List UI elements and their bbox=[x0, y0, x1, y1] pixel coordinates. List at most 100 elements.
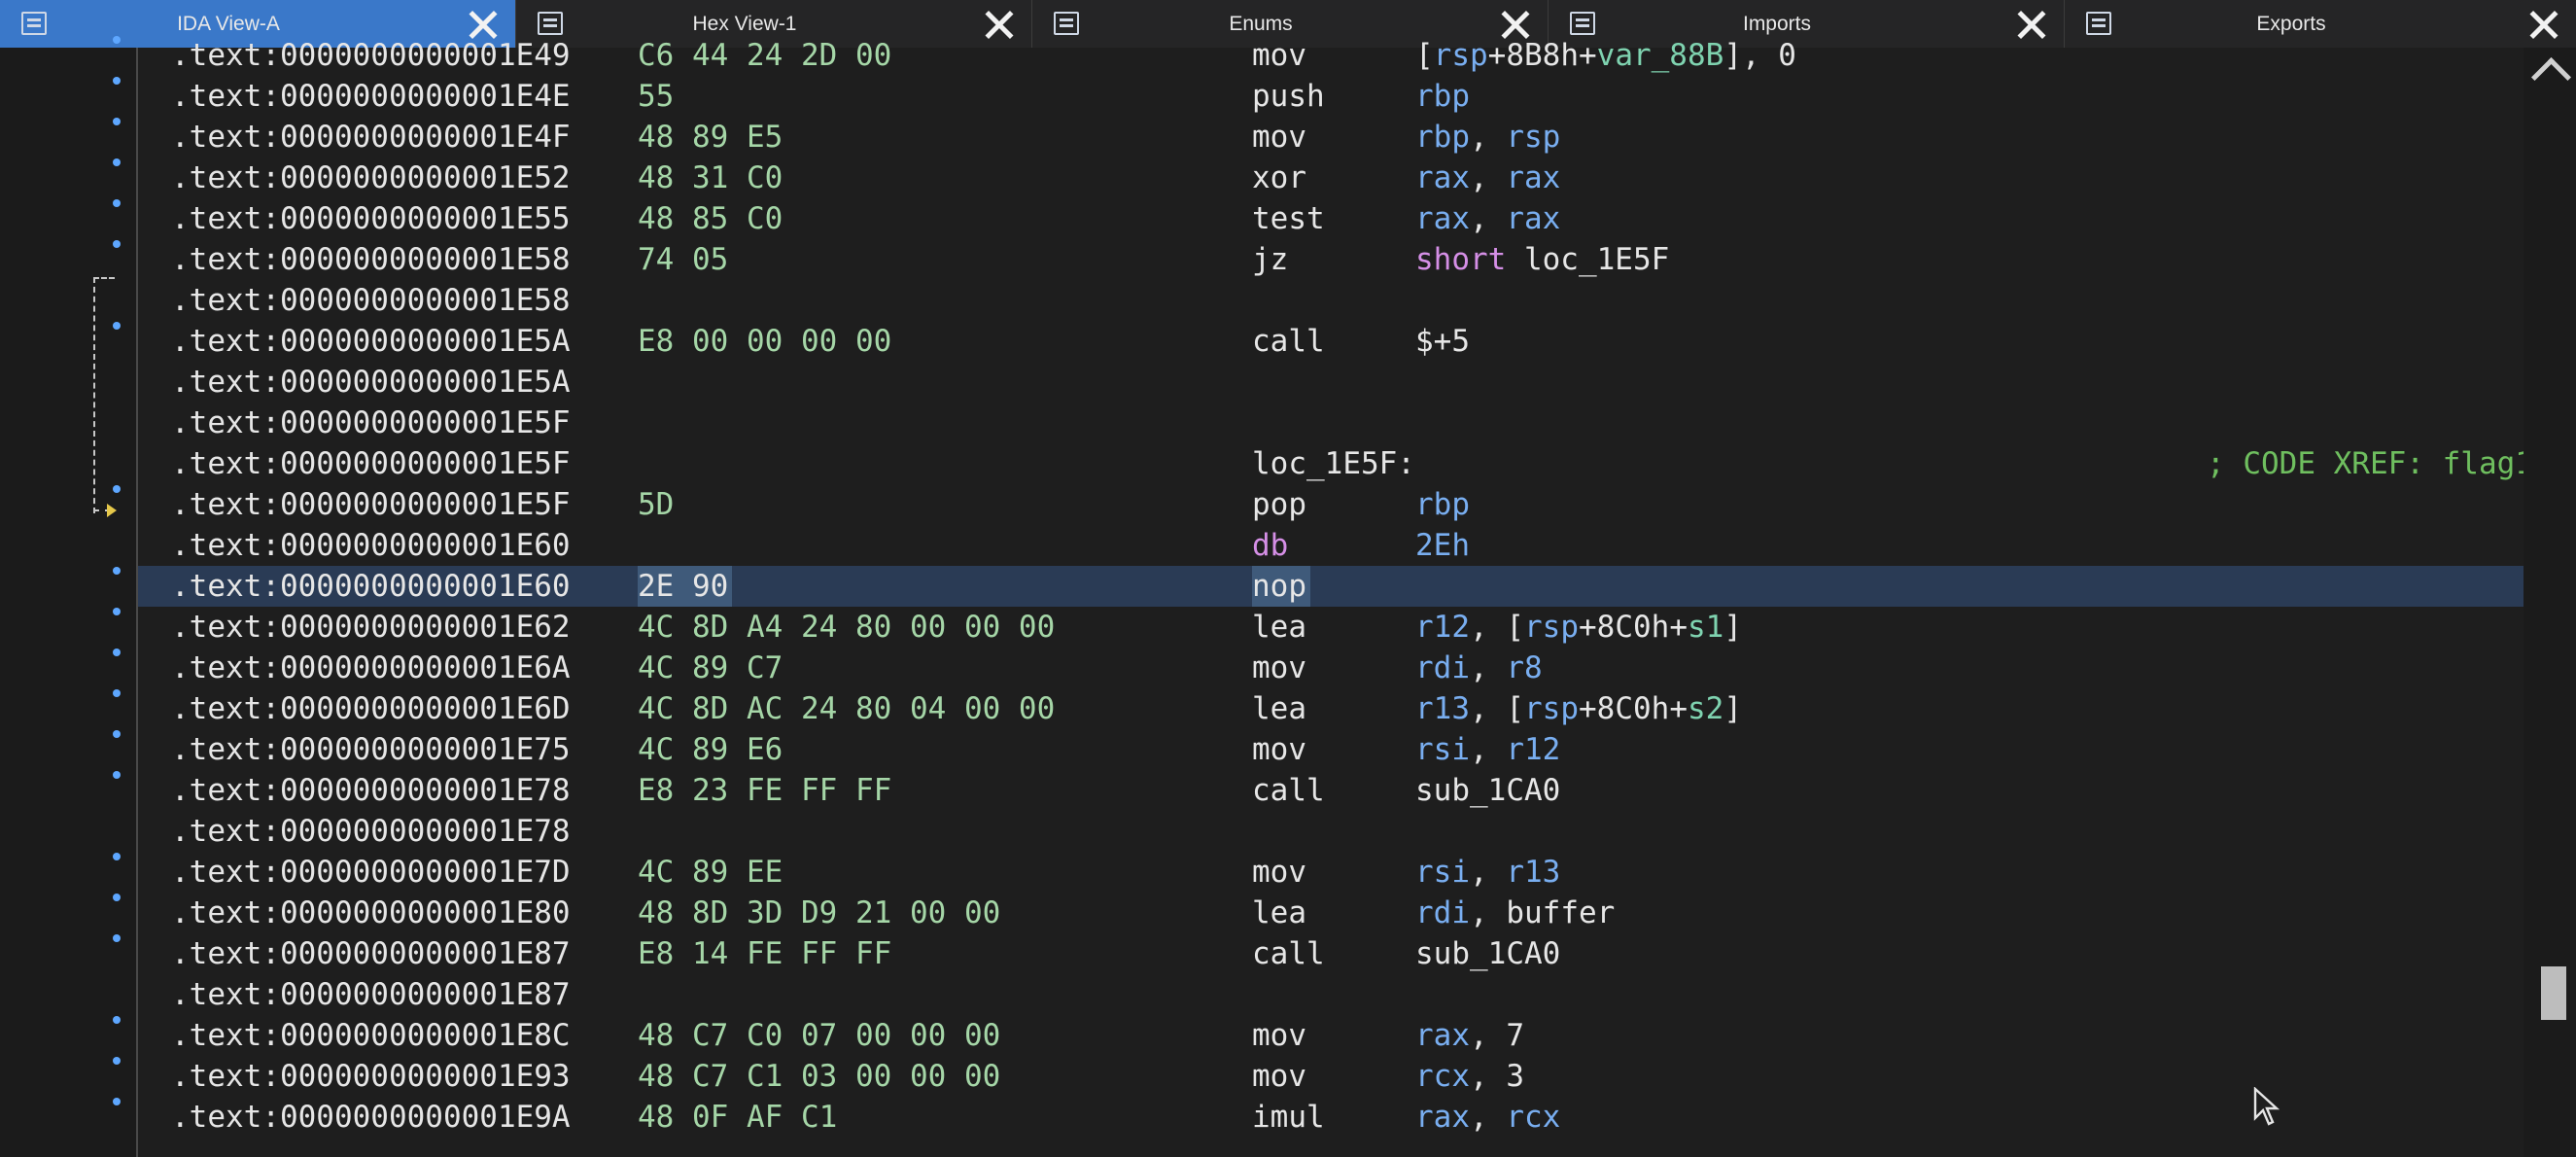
operand-token[interactable]: rsi bbox=[1415, 732, 1470, 767]
operand-token[interactable]: rsi bbox=[1415, 855, 1470, 890]
opcode-bytes[interactable]: 4C 89 EE bbox=[638, 852, 783, 893]
vertical-scrollbar[interactable] bbox=[2524, 48, 2576, 1157]
mnemonic[interactable]: nop bbox=[1252, 566, 1310, 607]
operands[interactable]: rdi, buffer bbox=[1415, 893, 1615, 933]
opcode-bytes[interactable]: 4C 89 C7 bbox=[638, 648, 783, 688]
operands[interactable]: 2Eh bbox=[1415, 525, 1470, 566]
listing-line[interactable]: .text:0000000000001E62 4C 8D A4 24 80 00 … bbox=[138, 607, 2524, 648]
address[interactable]: .text:0000000000001E6A bbox=[171, 648, 571, 688]
operand-token[interactable]: rax bbox=[1415, 160, 1470, 195]
operand-token[interactable]: rcx bbox=[1506, 1100, 1560, 1135]
opcode-bytes[interactable]: 48 89 E5 bbox=[638, 117, 783, 158]
mnemonic[interactable]: mov bbox=[1252, 35, 1306, 76]
listing-line[interactable]: .text:0000000000001E5F loc_1E5F: ; CODE XR… bbox=[138, 443, 2576, 484]
mnemonic[interactable]: call bbox=[1252, 933, 1325, 974]
opcode-bytes[interactable]: 2E 90 bbox=[638, 566, 733, 607]
operand-token[interactable]: ], 0 bbox=[1723, 38, 1796, 73]
operand-token[interactable]: rcx bbox=[1415, 1059, 1470, 1094]
operand-token[interactable]: r8 bbox=[1506, 650, 1542, 685]
operand-token[interactable]: rax bbox=[1506, 201, 1560, 236]
listing-line[interactable]: .text:0000000000001E87 bbox=[138, 974, 2524, 1015]
operand-token[interactable]: rax bbox=[1506, 160, 1560, 195]
operand-token[interactable]: s1 bbox=[1688, 610, 1723, 645]
address[interactable]: .text:0000000000001E6D bbox=[171, 688, 571, 729]
listing-line[interactable]: .text:0000000000001E87 E8 14 FE FF FF call… bbox=[138, 933, 2524, 974]
opcode-bytes[interactable]: 48 C7 C0 07 00 00 00 bbox=[638, 1015, 1000, 1056]
mnemonic[interactable]: jz bbox=[1252, 239, 1288, 280]
mnemonic[interactable]: mov bbox=[1252, 852, 1306, 893]
listing-line[interactable]: .text:0000000000001E78 bbox=[138, 811, 2524, 852]
mnemonic[interactable]: xor bbox=[1252, 158, 1306, 198]
address[interactable]: .text:0000000000001E9A bbox=[171, 1097, 571, 1138]
close-icon[interactable] bbox=[2529, 10, 2559, 39]
operand-token[interactable]: s2 bbox=[1688, 691, 1723, 726]
listing-line[interactable]: .text:0000000000001E6D 4C 8D AC 24 80 04 … bbox=[138, 688, 2524, 729]
listing-line[interactable]: .text:0000000000001E60 db 2Eh bbox=[138, 525, 2524, 566]
opcode-bytes[interactable]: 48 85 C0 bbox=[638, 198, 783, 239]
listing-line[interactable]: .text:0000000000001E5A bbox=[138, 362, 2524, 403]
operand-token[interactable]: , bbox=[1470, 895, 1506, 930]
operand-token[interactable]: , 3 bbox=[1470, 1059, 1524, 1094]
operand-token[interactable]: rbp bbox=[1415, 120, 1470, 155]
mnemonic[interactable]: mov bbox=[1252, 1056, 1306, 1097]
mnemonic[interactable]: pop bbox=[1252, 484, 1306, 525]
operand-token[interactable]: +8C0h+ bbox=[1579, 610, 1688, 645]
operand-token[interactable]: 2Eh bbox=[1415, 528, 1470, 563]
address[interactable]: .text:0000000000001E4E bbox=[171, 76, 571, 117]
listing-line[interactable]: .text:0000000000001E9A 48 0F AF C1 imul rax… bbox=[138, 1097, 2524, 1138]
listing-line[interactable]: .text:0000000000001E4F 48 89 E5 mov rbp, rs… bbox=[138, 117, 2524, 158]
address[interactable]: .text:0000000000001E5F bbox=[171, 484, 571, 525]
listing-line[interactable]: .text:0000000000001E5F bbox=[138, 403, 2524, 443]
listing-line[interactable]: .text:0000000000001E5A E8 00 00 00 00 call… bbox=[138, 321, 2524, 362]
opcode-bytes[interactable]: 4C 89 E6 bbox=[638, 729, 783, 770]
operand-token[interactable]: loc_1E5F bbox=[1524, 242, 1669, 277]
opcode-bytes[interactable]: C6 44 24 2D 00 bbox=[638, 35, 891, 76]
disassembly-view[interactable]: .text:0000000000001E49 C6 44 24 2D 00 mov [… bbox=[0, 36, 2576, 1157]
listing-line[interactable]: .text:0000000000001E75 4C 89 E6 mov rsi, r1… bbox=[138, 729, 2524, 770]
mnemonic[interactable]: lea bbox=[1252, 607, 1306, 648]
listing-line[interactable]: .text:0000000000001E55 48 85 C0 test rax, r… bbox=[138, 198, 2524, 239]
mnemonic[interactable]: mov bbox=[1252, 1015, 1306, 1056]
listing-line[interactable]: .text:0000000000001E8C 48 C7 C0 07 00 00 … bbox=[138, 1015, 2524, 1056]
operand-token[interactable]: rbp bbox=[1415, 487, 1470, 522]
operand-token[interactable]: rsp bbox=[1524, 610, 1579, 645]
operand-token[interactable]: r12 bbox=[1506, 732, 1560, 767]
opcode-bytes[interactable]: E8 14 FE FF FF bbox=[638, 933, 891, 974]
operands[interactable]: rax, rax bbox=[1415, 198, 1560, 239]
operand-token[interactable]: rax bbox=[1415, 201, 1470, 236]
listing-line[interactable]: .text:0000000000001E49 C6 44 24 2D 00 mov [… bbox=[138, 35, 2524, 76]
operand-token[interactable]: r12 bbox=[1415, 610, 1470, 645]
operand-token[interactable]: rsp bbox=[1524, 691, 1579, 726]
operand-token[interactable]: , [ bbox=[1470, 691, 1524, 726]
operands[interactable]: [rsp+8B8h+var_88B], 0 bbox=[1415, 35, 1796, 76]
listing-line[interactable]: .text:0000000000001E60 2E 90 nop bbox=[138, 566, 2524, 607]
operand-token[interactable]: , 7 bbox=[1470, 1018, 1524, 1053]
address[interactable]: .text:0000000000001E49 bbox=[171, 35, 571, 76]
scroll-thumb[interactable] bbox=[2541, 966, 2566, 1020]
opcode-bytes[interactable]: 55 bbox=[638, 76, 674, 117]
mnemonic[interactable]: lea bbox=[1252, 688, 1306, 729]
operands[interactable]: rcx, 3 bbox=[1415, 1056, 1524, 1097]
operand-token[interactable]: short bbox=[1415, 242, 1524, 277]
address[interactable]: .text:0000000000001E5A bbox=[171, 362, 571, 403]
operand-token[interactable]: rsp bbox=[1434, 38, 1488, 73]
mnemonic[interactable]: test bbox=[1252, 198, 1325, 239]
opcode-bytes[interactable]: 48 C7 C1 03 00 00 00 bbox=[638, 1056, 1000, 1097]
opcode-bytes[interactable]: 4C 8D A4 24 80 00 00 00 bbox=[638, 607, 1055, 648]
xref-comment[interactable]: ; CODE XREF: flag1+D8↑j bbox=[2207, 443, 2576, 484]
operand-token[interactable]: +8B8h+ bbox=[1488, 38, 1597, 73]
operand-token[interactable]: sub_1CA0 bbox=[1415, 773, 1560, 808]
opcode-bytes[interactable]: 48 31 C0 bbox=[638, 158, 783, 198]
chevron-up-icon[interactable] bbox=[2530, 56, 2572, 98]
operand-token[interactable]: $+5 bbox=[1415, 324, 1470, 359]
operands[interactable]: rax, rax bbox=[1415, 158, 1560, 198]
address[interactable]: .text:0000000000001E60 bbox=[171, 525, 571, 566]
operand-token[interactable]: rsp bbox=[1506, 120, 1560, 155]
address[interactable]: .text:0000000000001E75 bbox=[171, 729, 571, 770]
listing-line[interactable]: .text:0000000000001E78 E8 23 FE FF FF call… bbox=[138, 770, 2524, 811]
operands[interactable]: r13, [rsp+8C0h+s2] bbox=[1415, 688, 1742, 729]
listing-line[interactable]: .text:0000000000001E80 48 8D 3D D9 21 00 … bbox=[138, 893, 2524, 933]
mnemonic[interactable]: imul bbox=[1252, 1097, 1325, 1138]
address[interactable]: .text:0000000000001E87 bbox=[171, 933, 571, 974]
operand-token[interactable]: , bbox=[1470, 855, 1506, 890]
